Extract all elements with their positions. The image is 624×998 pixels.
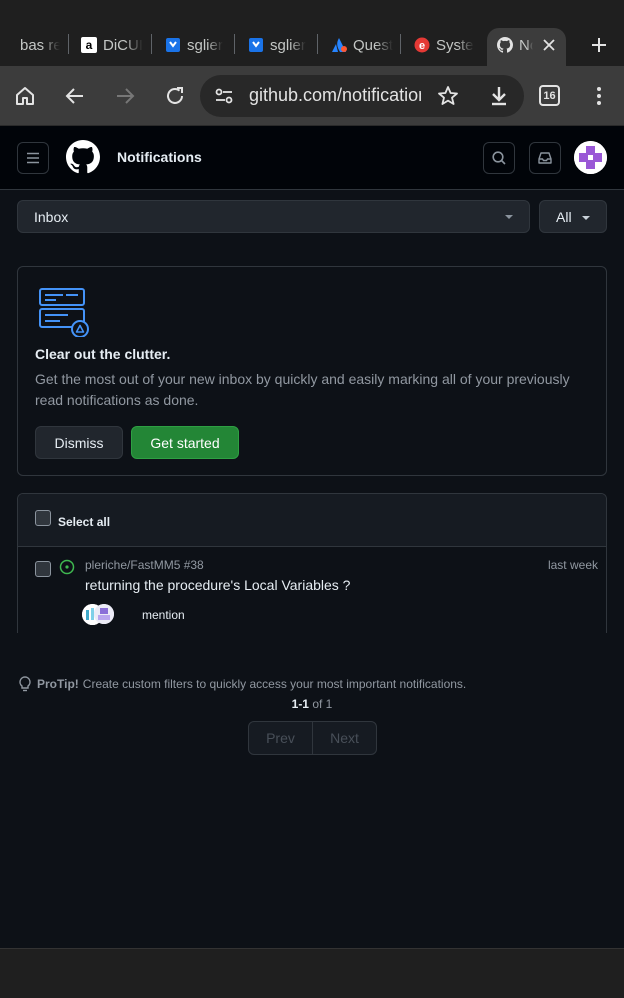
caret-down-icon (505, 215, 513, 219)
reload-button[interactable] (161, 82, 189, 110)
close-tab-icon[interactable] (541, 37, 557, 53)
tab-title: sglier (270, 36, 306, 54)
plus-icon (592, 38, 606, 52)
issue-open-icon (59, 559, 75, 575)
svg-text:a: a (86, 38, 93, 52)
back-button[interactable] (61, 82, 89, 110)
tab-title: sglier (187, 36, 223, 54)
clutter-card: Clear out the clutter. Get the most out … (17, 266, 607, 476)
inbox-illustration-icon (38, 287, 92, 338)
tab-separator (317, 34, 318, 54)
browser-tab-2[interactable]: a DiCUI (81, 30, 143, 60)
address-bar[interactable]: github.com/notifications (200, 75, 524, 117)
notification-reason: mention (142, 608, 185, 622)
notification-list: Select all pleriche/FastMM5 #38 last wee… (17, 493, 607, 633)
clutter-card-description: Get the most out of your new inbox by qu… (35, 371, 570, 408)
tab-separator (68, 34, 69, 54)
select-all-label[interactable]: Select all (58, 515, 110, 529)
browser-tab-5[interactable]: Quest (331, 30, 393, 60)
arrow-right-icon (117, 88, 135, 104)
favicon-red-icon: e (414, 37, 430, 53)
amazon-icon: a (81, 37, 97, 53)
notification-time: last week (547, 558, 598, 572)
user-avatar[interactable] (574, 141, 607, 174)
hamburger-icon (27, 152, 39, 164)
participant-avatar[interactable] (94, 604, 114, 624)
prev-button[interactable]: Prev (249, 722, 313, 754)
bookmark-star-icon[interactable] (436, 84, 460, 113)
github-icon (497, 37, 513, 53)
page-title[interactable]: Notifications (117, 149, 202, 165)
browser-tab-4[interactable]: sglier (248, 30, 310, 60)
svg-text:e: e (419, 40, 425, 52)
forward-button[interactable] (111, 82, 139, 110)
browser-toolbar: github.com/notifications 16 (0, 66, 624, 126)
dismiss-button[interactable]: Dismiss (35, 426, 123, 459)
tab-title: DiCUI (103, 36, 143, 54)
new-tab-button[interactable] (586, 30, 612, 60)
identicon-icon (574, 141, 607, 174)
protip-bold: ProTip! (37, 677, 79, 691)
active-tab-label: Notifications (497, 30, 533, 60)
system-navigation-bar (0, 948, 624, 998)
search-icon (492, 151, 506, 165)
atlassian-icon (331, 37, 347, 53)
url-text[interactable]: github.com/notifications (249, 85, 421, 106)
all-filter-label: All (556, 209, 572, 225)
browser-tab-active[interactable]: Notifications (487, 28, 566, 66)
notification-list-header: Select all (18, 494, 606, 547)
github-logo-icon[interactable] (66, 140, 100, 174)
inbox-button[interactable] (529, 142, 561, 174)
tab-title: Syste (436, 36, 474, 54)
caret-down-icon (582, 216, 590, 220)
home-button[interactable] (11, 82, 39, 110)
search-button[interactable] (483, 142, 515, 174)
browser-tab-1[interactable]: bas re (20, 30, 60, 60)
browser-tab-strip: bas re a DiCUI sglier sglier Quest e Sys… (0, 0, 624, 66)
notification-checkbox[interactable] (35, 561, 51, 577)
site-settings-icon[interactable] (214, 86, 234, 111)
protip-text: Create custom filters to quickly access … (82, 677, 467, 691)
arrow-left-icon (65, 88, 83, 104)
light-bulb-icon (18, 676, 32, 692)
favicon-blue-icon (248, 37, 264, 53)
inbox-icon (538, 152, 552, 164)
browser-tab-3[interactable]: sglier (165, 30, 227, 60)
pagination: Prev Next (248, 721, 377, 755)
reload-icon (167, 87, 183, 104)
tab-separator (400, 34, 401, 54)
select-all-checkbox[interactable] (35, 510, 51, 526)
tab-title: Quest (353, 36, 393, 54)
tab-title: Notifications (519, 36, 533, 54)
browser-tab-6[interactable]: e Syste (414, 30, 476, 60)
protip: ProTip! Create custom filters to quickly… (18, 676, 466, 692)
notification-subject[interactable]: returning the procedure's Local Variable… (85, 577, 350, 593)
browser-menu-button[interactable] (585, 82, 613, 110)
hamburger-menu-button[interactable] (17, 142, 49, 174)
page-of: of 1 (312, 697, 333, 711)
download-button[interactable] (485, 82, 513, 110)
next-button[interactable]: Next (313, 722, 376, 754)
tab-separator (234, 34, 235, 54)
tab-title: bas re (20, 36, 60, 54)
page-range: 1-1 (291, 697, 309, 711)
github-header: Notifications (0, 126, 624, 190)
tab-switcher-button[interactable]: 16 (539, 85, 560, 106)
notification-repo[interactable]: pleriche/FastMM5 #38 (85, 558, 204, 572)
pagination-count: 1-1 of 1 (0, 697, 624, 711)
inbox-filter-select[interactable]: Inbox (17, 200, 530, 233)
more-vertical-icon (597, 87, 601, 105)
notification-row[interactable]: pleriche/FastMM5 #38 last week returning… (18, 547, 606, 633)
inbox-filter-label: Inbox (34, 209, 69, 225)
download-icon (492, 87, 506, 106)
all-filter-button[interactable]: All (539, 200, 607, 233)
get-started-button[interactable]: Get started (131, 426, 239, 459)
clutter-card-title: Clear out the clutter. (35, 346, 171, 362)
tab-separator (151, 34, 152, 54)
home-icon (16, 87, 34, 105)
favicon-blue-icon (165, 37, 181, 53)
